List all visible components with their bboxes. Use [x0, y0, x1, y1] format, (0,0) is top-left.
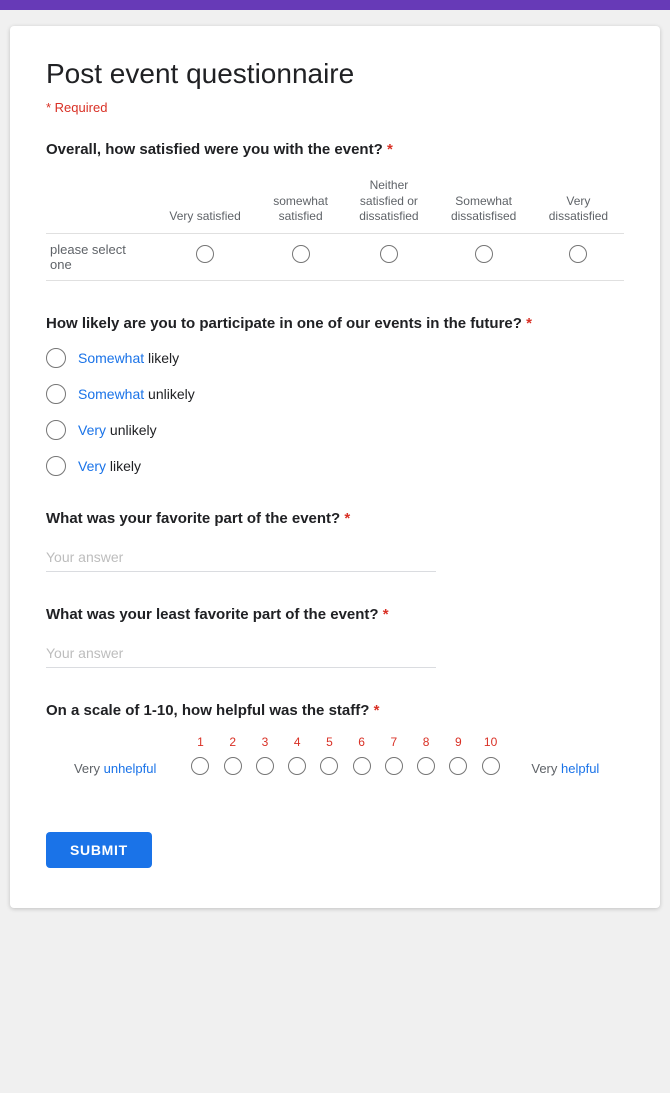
required-star-5: * — [374, 702, 380, 719]
col-header-very-satisfied: Very satisfied — [152, 174, 258, 233]
col-header-empty — [46, 174, 152, 233]
scale-radio-10[interactable] — [482, 757, 500, 775]
scale-radio-cell-9[interactable] — [442, 753, 474, 784]
favorite-part-input[interactable] — [46, 543, 436, 572]
radio-cell-somewhat-satisfied[interactable] — [258, 233, 343, 280]
scale-radio-9[interactable] — [449, 757, 467, 775]
question-1-text: Overall, how satisfied were you with the… — [46, 139, 624, 160]
scale-radio-8[interactable] — [417, 757, 435, 775]
row-label-please-select: please selectone — [46, 233, 152, 280]
scale-max-label-spacer — [507, 735, 624, 753]
label-very-unlikely: Very unlikely — [78, 422, 157, 438]
required-note: * Required — [46, 100, 624, 115]
radio-somewhat-satisfied[interactable] — [292, 245, 310, 263]
least-favorite-input[interactable] — [46, 639, 436, 668]
radio-very-satisfied[interactable] — [196, 245, 214, 263]
scale-num-3: 3 — [249, 735, 281, 753]
radio-neither[interactable] — [380, 245, 398, 263]
scale-radio-cell-2[interactable] — [217, 753, 249, 784]
scale-num-6: 6 — [346, 735, 378, 753]
scale-num-7: 7 — [378, 735, 410, 753]
question-3-text: What was your favorite part of the event… — [46, 508, 624, 529]
question-2-text: How likely are you to participate in one… — [46, 313, 624, 334]
form-title: Post event questionnaire — [46, 58, 624, 90]
scale-radio-cell-4[interactable] — [281, 753, 313, 784]
scale-radio-cell-5[interactable] — [313, 753, 345, 784]
scale-radio-3[interactable] — [256, 757, 274, 775]
question-5-text: On a scale of 1-10, how helpful was the … — [46, 700, 624, 721]
col-header-neither: Neithersatisfied ordissatisfied — [343, 174, 434, 233]
required-star-2: * — [526, 315, 532, 332]
col-header-very-dissatisfied: Verydissatisfied — [533, 174, 624, 233]
scale-num-10: 10 — [474, 735, 506, 753]
scale-radio-2[interactable] — [224, 757, 242, 775]
radio-cell-very-satisfied[interactable] — [152, 233, 258, 280]
scale-radio-cell-10[interactable] — [474, 753, 506, 784]
scale-num-9: 9 — [442, 735, 474, 753]
required-star-1: * — [387, 141, 393, 158]
label-somewhat-likely: Somewhat likely — [78, 350, 179, 366]
question-5-block: On a scale of 1-10, how helpful was the … — [46, 700, 624, 784]
submit-button[interactable]: SUBMIT — [46, 832, 152, 868]
scale-num-4: 4 — [281, 735, 313, 753]
scale-radio-4[interactable] — [288, 757, 306, 775]
scale-radio-cell-3[interactable] — [249, 753, 281, 784]
scale-num-2: 2 — [217, 735, 249, 753]
question-3-block: What was your favorite part of the event… — [46, 508, 624, 572]
radio-somewhat-dissatisfied[interactable] — [475, 245, 493, 263]
satisfaction-grid: Very satisfied somewhatsatisfied Neither… — [46, 174, 624, 281]
scale-num-5: 5 — [313, 735, 345, 753]
radio-very-unlikely[interactable] — [46, 420, 66, 440]
scale-max-label: Very helpful — [507, 753, 624, 784]
radio-cell-very-dissatisfied[interactable] — [533, 233, 624, 280]
question-4-block: What was your least favorite part of the… — [46, 604, 624, 668]
radio-option-very-likely[interactable]: Very likely — [46, 456, 624, 476]
radio-somewhat-likely[interactable] — [46, 348, 66, 368]
form-card: Post event questionnaire * Required Over… — [10, 26, 660, 908]
scale-num-1: 1 — [184, 735, 216, 753]
radio-option-somewhat-likely[interactable]: Somewhat likely — [46, 348, 624, 368]
radio-cell-somewhat-dissatisfied[interactable] — [434, 233, 532, 280]
scale-radio-7[interactable] — [385, 757, 403, 775]
scale-radio-6[interactable] — [353, 757, 371, 775]
scale-radio-cell-7[interactable] — [378, 753, 410, 784]
label-somewhat-unlikely: Somewhat unlikely — [78, 386, 195, 402]
required-star-3: * — [344, 510, 350, 527]
radio-cell-neither[interactable] — [343, 233, 434, 280]
scale-radio-cell-1[interactable] — [184, 753, 216, 784]
label-very-likely: Very likely — [78, 458, 141, 474]
question-4-text: What was your least favorite part of the… — [46, 604, 624, 625]
scale-table: 1 2 3 4 5 6 7 8 9 10 Very unhelpful — [46, 735, 624, 784]
scale-min-label-spacer — [46, 735, 184, 753]
scale-min-label: Very unhelpful — [46, 753, 184, 784]
top-bar — [0, 0, 670, 10]
required-star-4: * — [383, 606, 389, 623]
radio-option-very-unlikely[interactable]: Very unlikely — [46, 420, 624, 440]
question-1-block: Overall, how satisfied were you with the… — [46, 139, 624, 281]
radio-very-likely[interactable] — [46, 456, 66, 476]
scale-radio-cell-6[interactable] — [346, 753, 378, 784]
radio-option-somewhat-unlikely[interactable]: Somewhat unlikely — [46, 384, 624, 404]
col-header-somewhat-dissatisfied: Somewhatdissatisfised — [434, 174, 532, 233]
scale-radio-5[interactable] — [320, 757, 338, 775]
question-2-block: How likely are you to participate in one… — [46, 313, 624, 476]
scale-num-8: 8 — [410, 735, 442, 753]
radio-very-dissatisfied[interactable] — [569, 245, 587, 263]
scale-radio-1[interactable] — [191, 757, 209, 775]
scale-radio-cell-8[interactable] — [410, 753, 442, 784]
col-header-somewhat-satisfied: somewhatsatisfied — [258, 174, 343, 233]
radio-somewhat-unlikely[interactable] — [46, 384, 66, 404]
